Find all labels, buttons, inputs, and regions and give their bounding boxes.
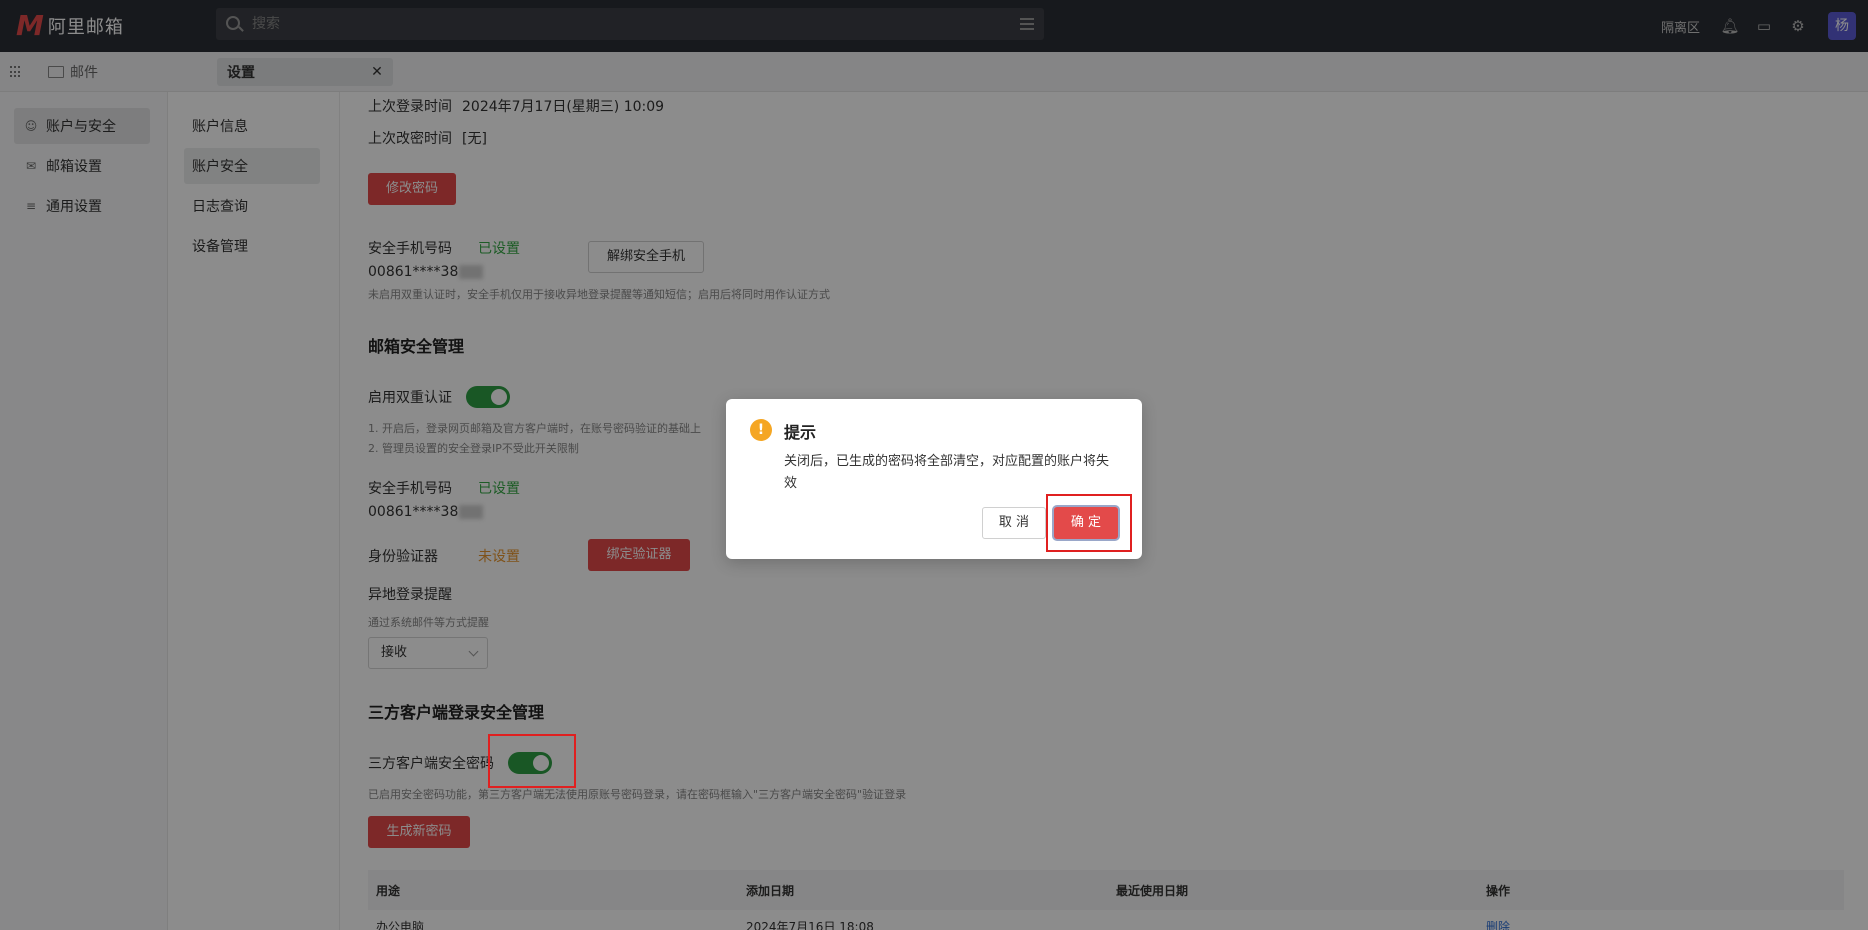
dialog-message: 关闭后，已生成的密码将全部清空，对应配置的账户将失效 [784,454,1110,491]
highlight-box-confirm [1046,494,1132,552]
cancel-button[interactable]: 取 消 [982,507,1046,539]
highlight-box-toggle [488,734,576,788]
warning-icon: ! [750,419,772,441]
dialog-title: 提示 [784,423,817,442]
